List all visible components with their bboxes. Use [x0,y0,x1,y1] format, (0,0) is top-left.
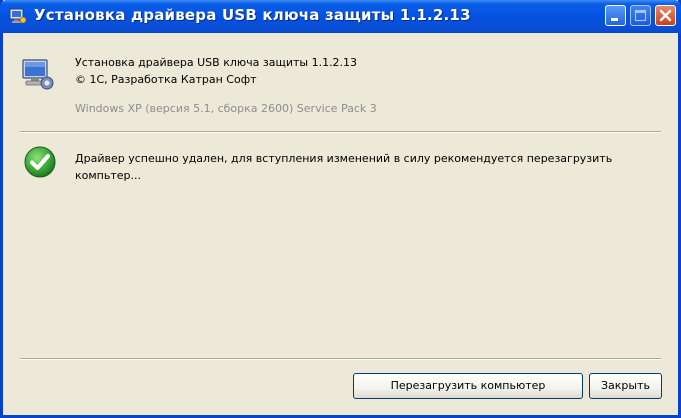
title-bar[interactable]: Установка драйвера USB ключа защиты 1.1.… [0,0,681,33]
product-title: Установка драйвера USB ключа защиты 1.1.… [75,56,358,69]
maximize-button[interactable] [630,5,651,26]
divider-top [20,131,661,133]
divider-bottom [20,358,661,360]
os-info: Windows XP (версия 5.1, сборка 2600) Ser… [75,102,377,115]
checkmark-success-icon [23,145,57,179]
copyright-text: © 1С, Разработка Катран Софт [75,73,257,86]
maximize-icon [634,9,647,22]
close-button[interactable]: Закрыть [589,373,662,399]
minimize-icon [611,18,618,21]
window-title: Установка драйвера USB ключа защиты 1.1.… [34,6,471,24]
close-icon [659,9,672,22]
computer-setup-icon [20,56,54,90]
installer-window: Установка драйвера USB ключа защиты 1.1.… [0,0,681,418]
close-window-button[interactable] [655,5,676,26]
minimize-button[interactable] [605,5,626,26]
status-message: Драйвер успешно удален, для вступления и… [75,152,613,182]
app-title-icon [9,7,27,25]
restart-computer-button[interactable]: Перезагрузить компьютер [353,373,583,399]
